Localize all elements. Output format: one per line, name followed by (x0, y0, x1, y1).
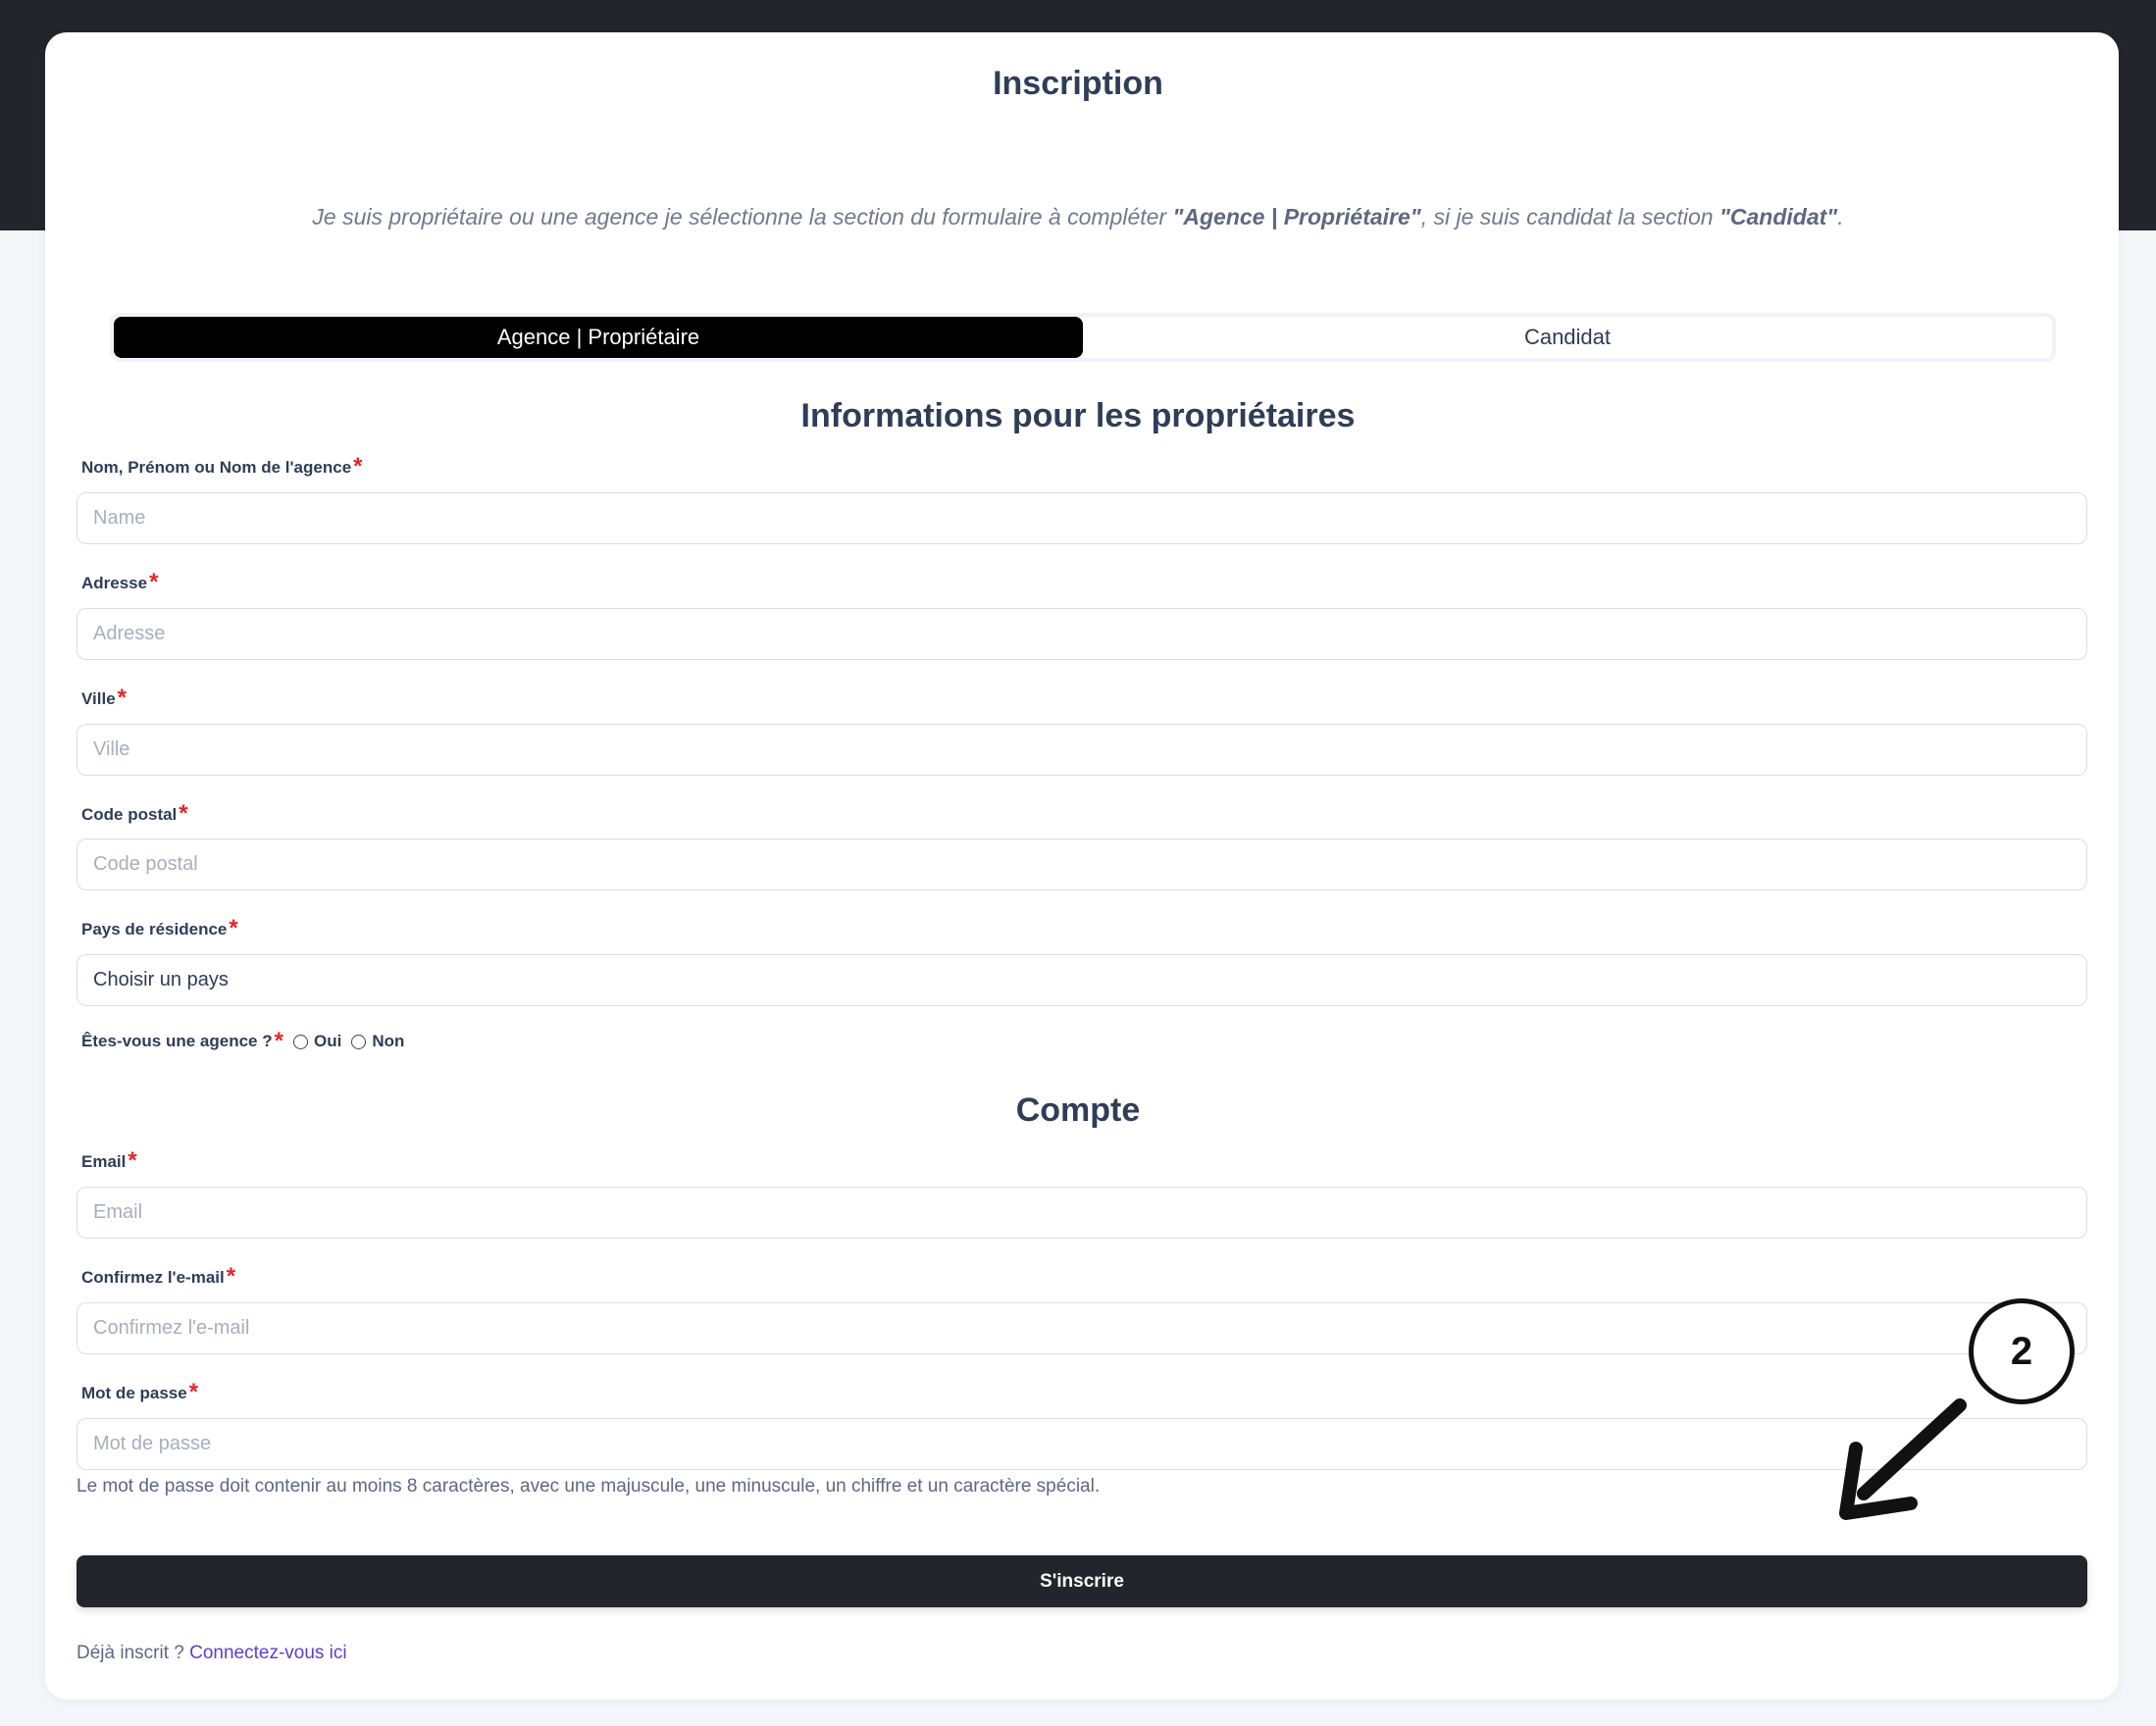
register-button[interactable]: S'inscrire (77, 1555, 2087, 1607)
postal-code-input[interactable] (77, 838, 2087, 890)
required-mark: * (149, 569, 159, 595)
country-select[interactable]: Choisir un pays (77, 954, 2087, 1006)
confirm-email-input[interactable] (77, 1302, 2087, 1354)
required-mark: * (128, 1147, 137, 1174)
intro-prefix: Je suis propriétaire ou une agence je sé… (312, 204, 1173, 229)
email-label-text: Email (81, 1152, 127, 1171)
agency-question: Êtes-vous une agence ? * Oui Non (81, 1028, 404, 1054)
postal-code-label: Code postal * (81, 800, 188, 827)
country-label: Pays de résidence * (81, 915, 238, 941)
annotation-arrow-icon (1839, 1398, 1967, 1520)
required-mark: * (353, 453, 363, 480)
required-mark: * (226, 1263, 236, 1290)
password-label-text: Mot de passe (81, 1384, 187, 1402)
address-input[interactable] (77, 608, 2087, 660)
step-number-badge: 2 (1969, 1298, 2075, 1404)
required-mark: * (117, 685, 127, 711)
email-label: Email * (81, 1147, 137, 1174)
account-section-title: Compte (1015, 1091, 1141, 1129)
name-label: Nom, Prénom ou Nom de l'agence * (81, 453, 363, 480)
intro-bold-agency: "Agence | Propriétaire" (1172, 204, 1421, 229)
login-prompt: Déjà inscrit ? Connectez-vous ici (77, 1643, 347, 1664)
city-input[interactable] (77, 724, 2087, 776)
owner-section-title: Informations pour les propriétaires (800, 397, 1356, 434)
agency-yes-radio[interactable] (292, 1034, 308, 1049)
required-mark: * (179, 800, 188, 827)
email-input[interactable] (77, 1187, 2087, 1239)
tab-agency-owner[interactable]: Agence | Propriétaire (114, 317, 1083, 358)
confirm-email-label-text: Confirmez l'e-mail (81, 1268, 225, 1287)
password-hint: Le mot de passe doit contenir au moins 8… (77, 1476, 1101, 1497)
intro-suffix: . (1837, 204, 1844, 229)
required-mark: * (229, 915, 238, 941)
country-select-value: Choisir un pays (93, 969, 229, 990)
required-mark: * (274, 1028, 283, 1054)
intro-text: Je suis propriétaire ou une agence je sé… (0, 204, 2156, 230)
agency-no-label[interactable]: Non (372, 1032, 404, 1051)
postal-code-label-text: Code postal (81, 805, 178, 824)
intro-bold-candidate: "Candidat" (1719, 204, 1838, 229)
login-link[interactable]: Connectez-vous ici (189, 1643, 347, 1663)
address-label-text: Adresse (81, 574, 148, 592)
login-prompt-text: Déjà inscrit ? (77, 1643, 190, 1663)
name-input[interactable] (77, 492, 2087, 544)
agency-yes-label[interactable]: Oui (314, 1032, 341, 1051)
page-title: Inscription (993, 65, 1163, 102)
form-section-tabs: Agence | Propriétaire Candidat (110, 313, 2056, 362)
city-label-text: Ville (81, 689, 116, 708)
agency-no-radio[interactable] (351, 1034, 367, 1049)
city-label: Ville * (81, 685, 127, 711)
intro-middle: , si je suis candidat la section (1420, 204, 1720, 229)
password-label: Mot de passe * (81, 1379, 199, 1405)
name-label-text: Nom, Prénom ou Nom de l'agence (81, 458, 352, 477)
required-mark: * (188, 1379, 199, 1405)
agency-question-label: Êtes-vous une agence ? (81, 1032, 273, 1050)
password-input[interactable] (77, 1418, 2087, 1470)
tab-candidate[interactable]: Candidat (1083, 317, 2052, 358)
country-label-text: Pays de résidence (81, 920, 228, 939)
address-label: Adresse * (81, 569, 159, 595)
confirm-email-label: Confirmez l'e-mail * (81, 1263, 236, 1290)
